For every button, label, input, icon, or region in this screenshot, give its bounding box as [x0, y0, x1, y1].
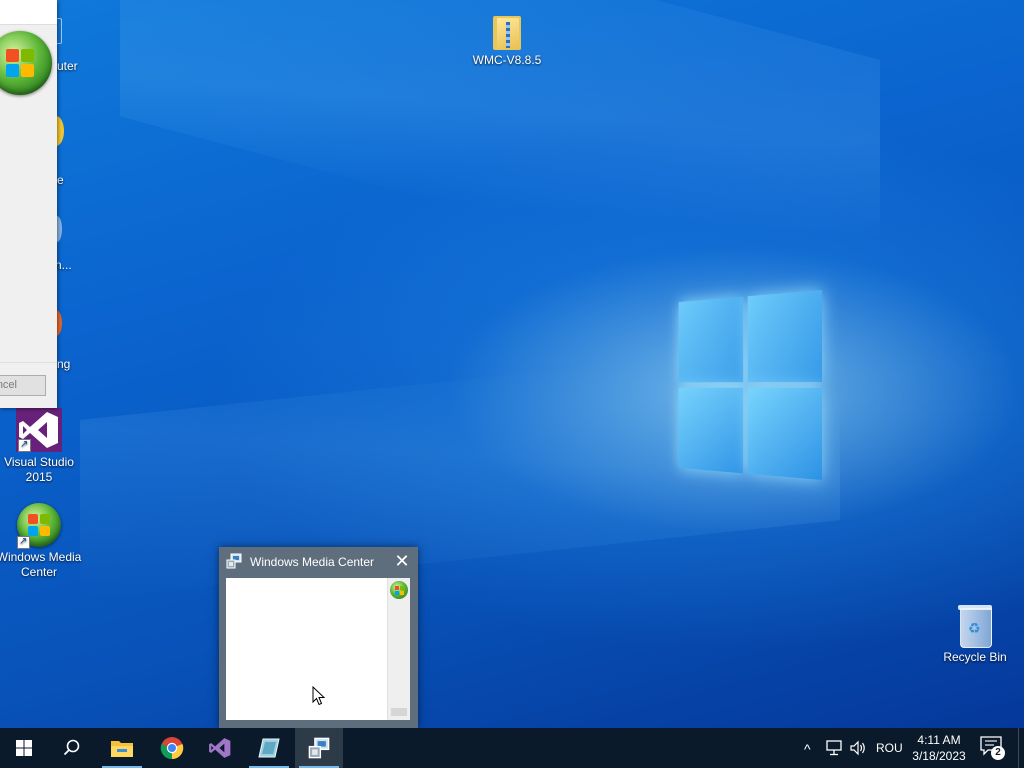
chrome-icon — [160, 737, 184, 760]
desktop-icon-windows-media-center[interactable]: Windows Media Center — [0, 503, 82, 580]
shortcut-arrow-icon — [17, 534, 30, 549]
taskbar-chrome[interactable] — [148, 728, 196, 768]
windows-logo-wallpaper — [678, 290, 822, 480]
desktop-icon-label: e — [57, 173, 64, 187]
dialog-logo — [0, 31, 52, 95]
desktop-icon-label: Windows Media Center — [0, 550, 82, 579]
clock[interactable]: 4:11 AM 3/18/2023 — [904, 732, 974, 764]
desktop-icon-recycle-bin[interactable]: ♻ Recycle Bin — [932, 603, 1018, 665]
taskbar-file-explorer[interactable] — [98, 728, 146, 768]
notification-count-badge: 2 — [991, 746, 1005, 760]
taskbar-app[interactable] — [245, 728, 293, 768]
search-button[interactable] — [48, 728, 96, 768]
cancel-button[interactable]: ncel — [0, 375, 46, 396]
zip-folder-icon — [491, 12, 523, 50]
clock-date: 3/18/2023 — [912, 749, 966, 763]
input-language-indicator[interactable]: ROU — [876, 741, 903, 755]
desktop-icon-label: Recycle Bin — [943, 650, 1007, 664]
clock-time: 4:11 AM — [917, 733, 961, 747]
start-icon — [16, 740, 32, 756]
start-button[interactable] — [0, 728, 48, 768]
windows-media-center-icon — [390, 581, 408, 599]
windows-media-center-icon — [0, 31, 52, 95]
desktop-icon-label: ng — [57, 357, 71, 371]
installer-dialog[interactable]: ncel — [0, 0, 57, 408]
file-explorer-icon — [111, 741, 133, 757]
windows-media-center-icon — [17, 503, 61, 549]
close-icon[interactable]: ✕ — [392, 551, 412, 571]
wmc-setup-icon — [308, 737, 330, 759]
logo-pane — [678, 387, 744, 474]
wmc-window-title: Windows Media Center — [250, 555, 375, 569]
logo-pane — [747, 290, 822, 383]
scrollbar-thumb[interactable] — [391, 708, 407, 716]
scrollbar[interactable] — [387, 578, 410, 720]
logo-pane — [678, 296, 744, 383]
desktop-icon-label: WMC-V8.8.5 — [472, 53, 542, 67]
wmc-window-titlebar[interactable]: Windows Media Center ✕ — [219, 547, 418, 576]
desktop-icon-label: Visual Studio 2015 — [4, 455, 74, 484]
search-icon — [63, 739, 80, 756]
dialog-titlebar[interactable] — [0, 0, 57, 25]
desktop-icon-wmc-folder[interactable]: WMC-V8.8.5 — [464, 12, 550, 68]
desktop-icon-label: uter — [57, 59, 78, 73]
mouse-cursor-icon — [312, 686, 326, 706]
show-desktop-button[interactable] — [1018, 728, 1024, 768]
taskbar: ^ ROU 4:11 AM 3/18/2023 2 — [0, 728, 1024, 768]
action-center-button[interactable]: 2 — [978, 736, 1008, 762]
visual-studio-icon — [16, 408, 62, 452]
app-icon — [258, 738, 280, 758]
recycle-bin-icon: ♻ — [956, 603, 994, 648]
logo-pane — [747, 387, 822, 480]
desktop-icon-label: n... — [55, 258, 72, 272]
visual-studio-icon — [209, 738, 231, 758]
desktop-icon-visual-studio[interactable]: Visual Studio 2015 — [0, 408, 82, 485]
volume-icon[interactable] — [849, 740, 867, 756]
taskbar-wmc-setup[interactable] — [295, 728, 343, 768]
shortcut-arrow-icon — [18, 437, 31, 452]
taskbar-visual-studio[interactable] — [196, 728, 244, 768]
wmc-setup-icon — [226, 553, 242, 569]
desktop[interactable]: uter e n... ng WMC-V8.8.5 Visual Studio … — [0, 0, 1024, 728]
network-icon[interactable] — [826, 740, 844, 756]
show-hidden-icons-chevron[interactable]: ^ — [804, 741, 811, 757]
